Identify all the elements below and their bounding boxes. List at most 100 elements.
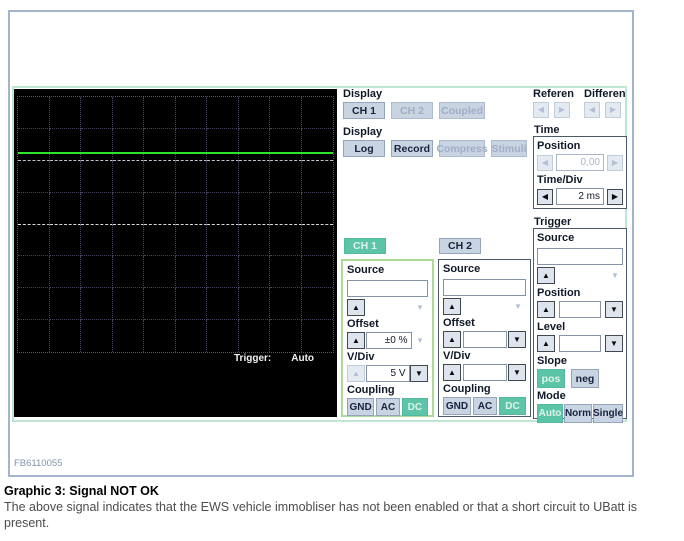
mode-single-button[interactable]: Single xyxy=(593,404,623,423)
ch1-coupling-ac-button[interactable]: AC xyxy=(376,398,399,416)
trigger-group: Source ▲ ▼ Position ▲ ▼ Level ▲ ▼ Slope … xyxy=(533,228,627,419)
mode-norm-button[interactable]: Norm xyxy=(564,404,592,423)
ch2-panel: Source ▲ ▼ Offset ▲ ▼ V/Div ▲ ▼ Coupling… xyxy=(438,259,531,417)
time-div-decrement-button[interactable]: ◀ xyxy=(537,189,553,205)
figure-id: FB6110055 xyxy=(14,458,62,469)
ch1-source-dropdown-icon[interactable]: ▼ xyxy=(412,304,428,312)
ch2-source-dropdown-icon[interactable]: ▼ xyxy=(510,303,526,311)
trigger-status-value: Auto xyxy=(291,353,314,364)
ch1-offset-value: ±0 % xyxy=(366,332,412,349)
mode-auto-button[interactable]: Auto xyxy=(537,404,563,423)
reference-prev-button[interactable]: ◀ xyxy=(533,102,549,118)
up-arrow-icon: ▲ xyxy=(352,337,360,345)
reference-label: Referen xyxy=(533,88,574,100)
left-arrow-icon: ◀ xyxy=(538,106,544,114)
trigger-source-up-button[interactable]: ▲ xyxy=(537,267,555,284)
signal-trace xyxy=(18,152,333,154)
stimuli-button[interactable]: Stimuli xyxy=(491,140,527,157)
up-arrow-icon: ▲ xyxy=(542,272,550,280)
difference-prev-button[interactable]: ◀ xyxy=(584,102,600,118)
ch1-source-input[interactable] xyxy=(347,280,428,297)
ch1-vdiv-value: 5 V xyxy=(366,365,410,382)
ch1-coupling-dc-button[interactable]: DC xyxy=(402,398,428,416)
ch2-offset-value xyxy=(463,331,507,348)
trigger-mode-label: Mode xyxy=(537,390,623,402)
trigger-level-label: Level xyxy=(537,321,623,333)
down-arrow-icon: ▼ xyxy=(610,306,618,314)
trigger-source-label: Source xyxy=(537,232,623,244)
ch1-offset-down-icon[interactable]: ▼ xyxy=(412,337,428,345)
compress-button[interactable]: Compress xyxy=(439,140,485,157)
ch1-panel: Source ▲ ▼ Offset ▲ ±0 % ▼ V/Div ▲ 5 V ▼… xyxy=(341,259,434,417)
difference-next-button[interactable]: ▶ xyxy=(605,102,621,118)
caption-title: Graphic 3: Signal NOT OK xyxy=(4,484,159,498)
trigger-level-down-button[interactable]: ▼ xyxy=(605,335,623,352)
ch2-offset-label: Offset xyxy=(443,317,526,329)
up-arrow-icon: ▲ xyxy=(352,304,360,312)
up-arrow-icon: ▲ xyxy=(352,370,360,378)
ch2-vdiv-value xyxy=(463,364,507,381)
ch2-vdiv-down-button[interactable]: ▼ xyxy=(508,364,526,381)
ch2-coupling-dc-button[interactable]: DC xyxy=(499,397,526,415)
display-modes-section: Display Log Record Compress Stimuli xyxy=(343,126,527,157)
trigger-position-up-button[interactable]: ▲ xyxy=(537,301,555,318)
time-position-increment-button[interactable]: ▶ xyxy=(607,155,623,171)
ch2-source-up-button[interactable]: ▲ xyxy=(443,298,461,315)
ch1-vdiv-label: V/Div xyxy=(347,351,428,363)
slope-neg-button[interactable]: neg xyxy=(571,369,599,388)
ch1-vdiv-down-button[interactable]: ▼ xyxy=(410,365,428,382)
difference-label: Differen xyxy=(584,88,626,100)
trigger-position-down-button[interactable]: ▼ xyxy=(605,301,623,318)
ch2-vdiv-label: V/Div xyxy=(443,350,526,362)
record-button[interactable]: Record xyxy=(391,140,433,157)
time-label: Time xyxy=(534,124,559,136)
trigger-level-value xyxy=(559,335,601,352)
trigger-level-up-button[interactable]: ▲ xyxy=(537,335,555,352)
left-arrow-icon: ◀ xyxy=(542,159,548,167)
time-position-value: 0,00 xyxy=(556,154,604,171)
display-channels-section: Display CH 1 CH 2 Coupled xyxy=(343,88,485,119)
coupled-display-button[interactable]: Coupled xyxy=(439,102,485,119)
trigger-position-label: Position xyxy=(537,287,623,299)
ch1-offset-up-button[interactable]: ▲ xyxy=(347,332,365,349)
ch1-source-label: Source xyxy=(347,264,428,276)
trigger-status-label: Trigger: xyxy=(234,353,271,364)
ch2-offset-up-button[interactable]: ▲ xyxy=(443,331,461,348)
display-channels-label: Display xyxy=(343,88,485,100)
down-arrow-icon: ▼ xyxy=(513,369,521,377)
difference-section: Differen ◀ ▶ xyxy=(584,88,626,118)
ch1-display-button[interactable]: CH 1 xyxy=(343,102,385,119)
tab-ch1[interactable]: CH 1 xyxy=(344,238,386,254)
ch2-vdiv-up-button[interactable]: ▲ xyxy=(443,364,461,381)
ch2-source-input[interactable] xyxy=(443,279,526,296)
time-position-decrement-button[interactable]: ◀ xyxy=(537,155,553,171)
ch1-source-up-button[interactable]: ▲ xyxy=(347,299,365,316)
ch2-offset-down-button[interactable]: ▼ xyxy=(508,331,526,348)
down-arrow-icon: ▼ xyxy=(513,336,521,344)
reference-next-button[interactable]: ▶ xyxy=(554,102,570,118)
display-modes-label: Display xyxy=(343,126,527,138)
ch2-coupling-ac-button[interactable]: AC xyxy=(473,397,497,415)
right-arrow-icon: ▶ xyxy=(612,193,618,201)
ch1-vdiv-up-button[interactable]: ▲ xyxy=(347,365,365,382)
slope-pos-button[interactable]: pos xyxy=(537,369,565,388)
up-arrow-icon: ▲ xyxy=(542,340,550,348)
ch2-display-button[interactable]: CH 2 xyxy=(391,102,433,119)
right-arrow-icon: ▶ xyxy=(559,106,565,114)
trigger-position-value xyxy=(559,301,601,318)
up-arrow-icon: ▲ xyxy=(542,306,550,314)
time-div-label: Time/Div xyxy=(537,174,623,186)
time-div-increment-button[interactable]: ▶ xyxy=(607,189,623,205)
ch1-coupling-gnd-button[interactable]: GND xyxy=(347,398,374,416)
ch2-source-label: Source xyxy=(443,263,526,275)
down-arrow-icon: ▼ xyxy=(415,370,423,378)
ch2-coupling-label: Coupling xyxy=(443,383,526,395)
trigger-source-dropdown-icon[interactable]: ▼ xyxy=(607,272,623,280)
ch2-coupling-gnd-button[interactable]: GND xyxy=(443,397,471,415)
reference-section: Referen ◀ ▶ xyxy=(533,88,574,118)
down-arrow-icon: ▼ xyxy=(610,340,618,348)
trigger-source-input[interactable] xyxy=(537,248,623,265)
tab-ch2[interactable]: CH 2 xyxy=(439,238,481,254)
log-button[interactable]: Log xyxy=(343,140,385,157)
time-div-value: 2 ms xyxy=(556,188,604,205)
